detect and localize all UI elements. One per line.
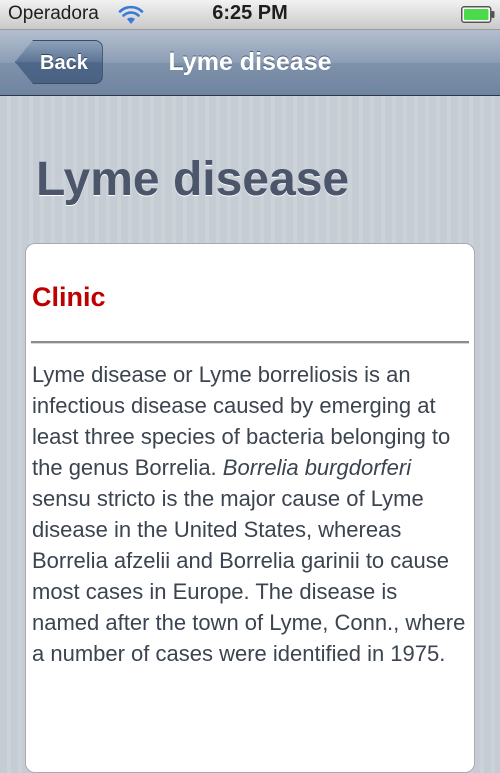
battery-icon: [461, 6, 495, 23]
page-title: Lyme disease: [36, 153, 350, 206]
content-card: Clinic Lyme disease or Lyme borreliosis …: [25, 243, 475, 773]
status-bar: Operadora 6:25 PM: [0, 0, 500, 30]
section-title: Clinic: [32, 282, 106, 312]
species-name: Borrelia burgdorferi: [222, 455, 412, 480]
nav-title: Lyme disease: [168, 48, 332, 76]
status-time: 6:25 PM: [212, 2, 288, 24]
divider: [31, 341, 469, 344]
article-text: Lyme disease or Lyme borreliosis is an i…: [32, 359, 468, 669]
back-button[interactable]: Back: [15, 40, 103, 84]
navigation-bar: Back Lyme disease: [0, 30, 500, 96]
article-text-part2: sensu stricto is the major cause of Lyme…: [32, 486, 466, 666]
